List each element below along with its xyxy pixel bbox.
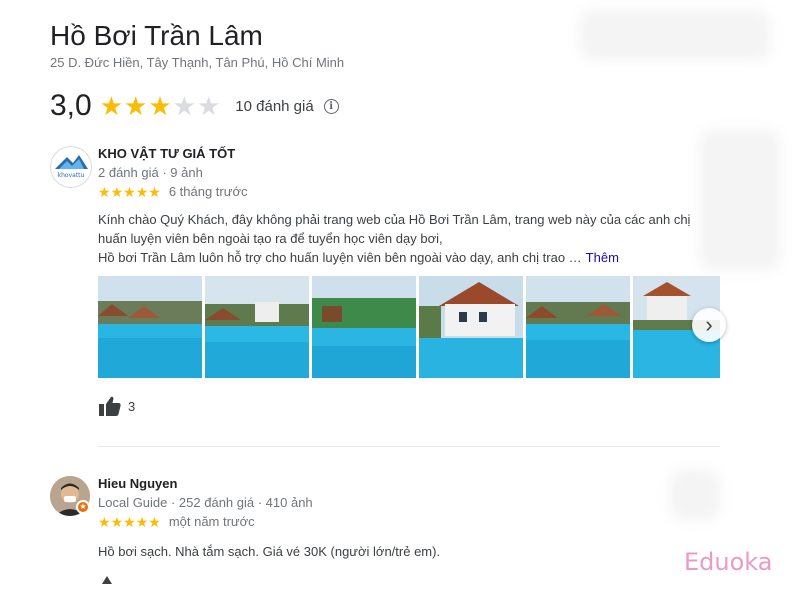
rating-stars: ★ ★ ★ ★ ★ (100, 93, 222, 119)
more-link[interactable]: Thêm (586, 250, 619, 265)
place-address: 25 D. Đức Hiền, Tây Thạnh, Tân Phú, Hồ C… (50, 55, 345, 70)
star-icon: ★ (172, 91, 196, 121)
review-rating: ★ ★ ★ ★ ★ một năm trước (98, 514, 255, 529)
star-icon: ★ (98, 183, 111, 200)
like-count: 3 (128, 398, 136, 414)
local-guide-badge-icon: ★ (76, 500, 90, 514)
review-photo[interactable] (526, 276, 630, 378)
like-button[interactable]: 3 (98, 395, 135, 417)
review-text: Kính chào Quý Khách, đây không phải tran… (98, 210, 738, 267)
reviewer-meta: 2 đánh giá · 9 ảnh (98, 165, 203, 180)
divider (98, 446, 720, 447)
star-icon: ★ (98, 513, 111, 530)
review-time: một năm trước (168, 514, 255, 529)
review-rating: ★ ★ ★ ★ ★ 6 tháng trước (98, 184, 247, 199)
thumbs-up-icon (99, 396, 121, 416)
rating-value: 3,0 (50, 89, 92, 122)
review-text: Hồ bơi sạch. Nhà tắm sạch. Giá vé 30K (n… (98, 542, 738, 561)
review-photos (98, 276, 720, 378)
review-card: khovattu KHO VẬT TƯ GIÁ TỐT 2 đánh giá ·… (50, 146, 740, 447)
star-icon: ★ (99, 91, 124, 121)
star-icon: ★ (110, 183, 124, 200)
rating-summary: 3,0 ★ ★ ★ ★ ★ 10 đánh giá i (50, 88, 339, 124)
review-count-link[interactable]: 10 đánh giá (235, 98, 313, 115)
star-icon: ★ (110, 513, 124, 530)
review-text-line: Hồ bơi Trần Lâm luôn hỗ trợ cho huấn luy… (98, 248, 738, 267)
watermark-logo: Eduoka (684, 548, 773, 576)
avatar-logo-text: khovattu (58, 172, 85, 179)
star-icon: ★ (135, 513, 149, 530)
khovattu-logo-icon: khovattu (55, 155, 88, 179)
star-icon: ★ (135, 183, 149, 200)
review-text-line: Kính chào Quý Khách, đây không phải tran… (98, 212, 691, 227)
star-icon: ★ (148, 513, 161, 530)
star-icon: ★ (123, 183, 136, 200)
thumbs-up-icon[interactable] (100, 572, 114, 584)
review-photo[interactable] (205, 276, 309, 378)
reviewer-name[interactable]: KHO VẬT TƯ GIÁ TỐT (98, 146, 235, 161)
review-photo[interactable] (98, 276, 202, 378)
place-title: Hồ Bơi Trần Lâm (50, 20, 263, 51)
star-icon: ★ (148, 91, 172, 121)
star-icon: ★ (148, 183, 161, 200)
review-photo[interactable] (312, 276, 416, 378)
star-icon: ★ (196, 91, 221, 121)
review-photo[interactable] (419, 276, 523, 378)
reviewer-avatar[interactable]: khovattu (50, 146, 92, 188)
review-text-line: huấn luyện viên bên ngoài tạo ra để tuyể… (98, 231, 443, 246)
review-card: ★ Hieu Nguyen Local Guide · 252 đánh giá… (50, 476, 740, 586)
review-text-line: Hồ bơi sạch. Nhà tắm sạch. Giá vé 30K (n… (98, 544, 441, 559)
star-icon: ★ (123, 513, 136, 530)
star-icon: ★ (124, 91, 148, 121)
review-text-line-content: Hồ bơi Trần Lâm luôn hỗ trợ cho huấn luy… (98, 250, 582, 265)
next-photo-button[interactable]: › (692, 308, 726, 342)
reviewer-meta: Local Guide · 252 đánh giá · 410 ảnh (98, 495, 313, 510)
background-blur (580, 10, 770, 60)
info-icon[interactable]: i (323, 98, 339, 114)
reviewer-name[interactable]: Hieu Nguyen (98, 476, 177, 491)
review-time: 6 tháng trước (168, 184, 248, 199)
